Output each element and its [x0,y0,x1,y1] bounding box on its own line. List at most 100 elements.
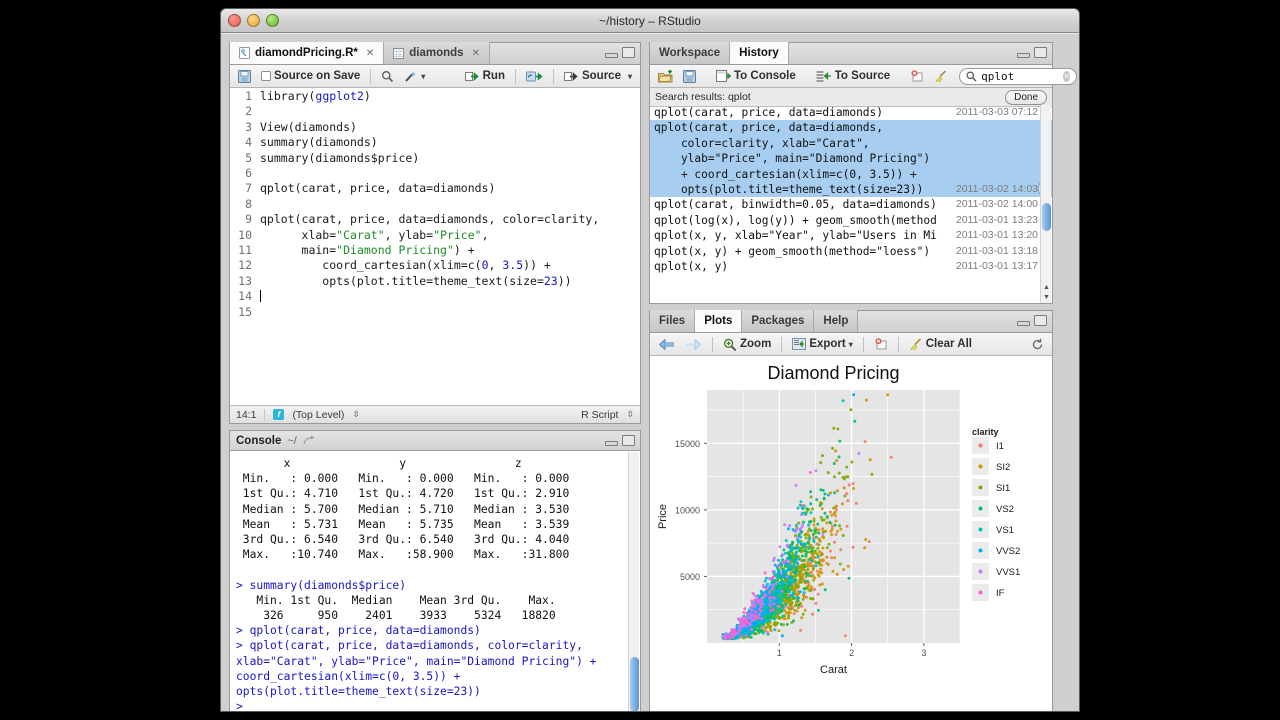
previous-plot-button[interactable] [655,338,678,351]
console-scroll-thumb[interactable] [630,657,639,711]
close-tab-icon[interactable]: ✕ [472,43,480,64]
minimize-pane-button[interactable] [1017,321,1030,326]
history-entry[interactable]: qplot(log(x), log(y)) + geom_smooth(meth… [650,213,1052,228]
clear-search-icon[interactable]: ✕ [1063,70,1071,82]
console-window-buttons[interactable] [605,435,635,446]
tab-packages[interactable]: Packages [742,310,815,332]
history-timestamp: 2011-03-01 13:18 [955,244,1038,257]
legend-item-label: I1 [996,441,1004,452]
chevron-down-icon[interactable]: ▾ [849,340,853,349]
to-source-button[interactable]: To Source [813,70,893,82]
console-scrollbar[interactable]: ▲ ▼ [628,452,639,711]
window-titlebar[interactable]: ~/history – RStudio [221,9,1079,33]
remove-entry-button[interactable] [907,70,927,82]
remove-plot-button[interactable] [871,338,891,350]
rerun-button[interactable] [523,71,546,82]
history-list[interactable]: qplot(carat, price, data=diamonds) 2011-0… [650,105,1052,303]
scroll-up-arrow-icon[interactable]: ▲ [630,709,639,711]
export-plot-button[interactable]: Export ▾ [789,338,855,350]
history-scrollbar[interactable]: ▲ ▼ [1040,105,1051,303]
scroll-up-arrow-icon[interactable]: ▲ [1042,283,1051,292]
next-plot-button[interactable] [682,338,705,351]
clear-all-history-button[interactable] [931,70,951,82]
history-command: qplot(x, y) + geom_smooth(method="loess"… [654,244,931,258]
tab-history[interactable]: History [730,42,789,64]
history-timestamp: 2011-03-01 13:23 [955,213,1038,226]
history-entry[interactable]: qplot(x, y) + geom_smooth(method="loess"… [650,244,1052,259]
code-line: 8 [230,197,640,212]
history-entry[interactable]: qplot(carat, binwidth=0.05, data=diamond… [650,197,1052,212]
zoom-plot-button[interactable]: Zoom [720,338,774,351]
to-source-label: To Source [834,70,891,82]
minimize-pane-button[interactable] [1017,53,1030,58]
history-timestamp: 2011-03-03 07:12 [955,106,1038,118]
history-window-buttons[interactable] [1017,47,1047,58]
tab-plots[interactable]: Plots [695,310,743,332]
maximize-pane-button[interactable] [622,435,635,446]
code-line: 3 View(diamonds) [230,120,640,135]
to-console-button[interactable]: To Console [713,70,799,82]
console-line: opts(plot.title=theme_text(size=23)) [236,685,481,699]
minimize-window-button[interactable] [247,14,260,27]
plot-canvas[interactable]: Diamond Pricing 5000 10000 15000 1 2 3 Carat Pri… [650,357,1052,711]
save-button[interactable] [235,69,254,83]
history-entry[interactable]: qplot(carat, price, data=diamonds, color… [650,120,1052,198]
window-controls[interactable] [228,14,279,27]
history-scroll-thumb[interactable] [1042,203,1051,231]
code-tools-button[interactable]: ▾ [401,70,428,83]
tab-help[interactable]: Help [814,310,859,332]
code-area[interactable]: 1 library(ggplot2) 2 3 View(diamonds) 4 summar… [230,89,640,405]
source-on-save-checkbox[interactable]: Source on Save [258,70,363,82]
maximize-pane-button[interactable] [1034,47,1047,58]
save-history-button[interactable] [680,69,699,83]
y-axis-label: Price [657,504,669,529]
svg-text:1: 1 [777,648,782,658]
code-text: xlab="Carat", ylab="Price", [260,227,489,242]
line-number: 8 [245,196,252,211]
tab-files[interactable]: Files [650,310,696,332]
done-button[interactable]: Done [1005,89,1047,105]
history-entry[interactable]: qplot(x, y, xlab="Year", ylab="Users in … [650,228,1052,243]
close-tab-icon[interactable]: ✕ [366,43,374,64]
clear-all-plots-button[interactable]: Clear All [906,338,975,350]
history-entry[interactable]: qplot(carat, price, data=diamonds) 2011-0… [650,105,1052,120]
history-search-box[interactable]: ✕ [959,67,1078,85]
minimize-pane-button[interactable] [605,441,618,446]
history-search-input[interactable] [981,69,1060,83]
tab-workspace[interactable]: Workspace [650,42,731,64]
maximize-pane-button[interactable] [622,47,635,58]
refresh-plot-button[interactable] [1028,338,1047,351]
history-entry[interactable]: qplot(x, y)2011-03-01 13:17› [650,259,1052,274]
toolbar-divider [712,336,713,352]
to-source-icon [816,70,832,82]
tab-diamonds[interactable]: diamonds ✕ [384,42,490,64]
find-button[interactable] [378,70,397,83]
load-history-button[interactable] [655,69,676,83]
plots-window-buttons[interactable] [1017,315,1047,326]
close-window-button[interactable] [228,14,241,27]
chevron-down-icon[interactable]: ▾ [628,72,632,81]
checkbox-icon[interactable] [261,71,271,81]
maximize-pane-button[interactable] [1034,315,1047,326]
editor-window-buttons[interactable] [605,47,635,58]
run-button[interactable]: Run [462,70,508,82]
scope-chevron-icon[interactable]: ⇳ [352,409,360,420]
back-arrow-icon [658,338,675,351]
file-type-label[interactable]: R Script [581,409,618,421]
tab-diamondpricing-r[interactable]: diamondPricing.R* ✕ [230,42,385,64]
history-toolbar: To Console To Source qplot ✕ [650,65,1078,88]
zoom-label: Zoom [740,338,772,350]
history-command: qplot(carat, price, data=diamonds) [654,106,884,119]
chevron-down-icon[interactable]: ▾ [421,72,425,81]
code-text: qplot(carat, price, data=diamonds, color… [260,212,600,227]
console-output[interactable]: x y z Min. : 0.000 Min. : 0.000 Min. : 0… [230,452,640,711]
scroll-down-arrow-icon[interactable]: ▼ [1042,293,1051,302]
open-folder-icon [658,69,673,83]
source-button[interactable]: Source ▾ [561,70,635,82]
filetype-chevron-icon[interactable]: ⇳ [626,409,634,420]
minimize-pane-button[interactable] [605,53,618,58]
scope-label[interactable]: (Top Level) [292,409,344,421]
to-console-label: To Console [734,70,796,82]
open-in-window-icon[interactable] [303,435,316,446]
maximize-window-button[interactable] [266,14,279,27]
